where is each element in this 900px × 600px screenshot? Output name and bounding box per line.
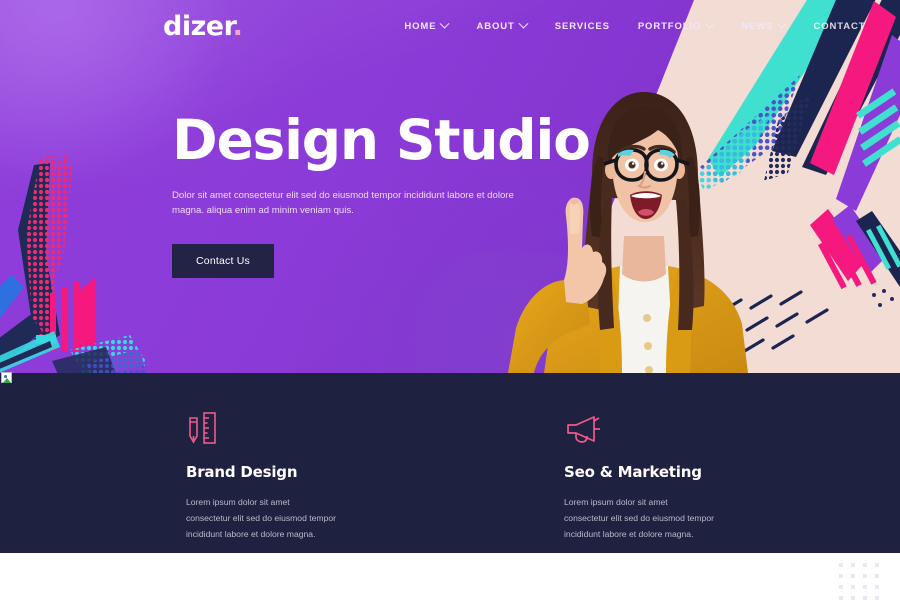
service-title: Brand Design xyxy=(186,463,298,481)
hero-section: Design Studio Dolor sit amet consectetur… xyxy=(0,0,900,373)
nav-item-about[interactable]: ABOUT xyxy=(462,15,540,38)
chevron-down-icon xyxy=(704,18,715,29)
brand-logo-dot: . xyxy=(232,10,243,42)
main-navbar: dizer. HOME ABOUT SERVICES PORTFOLIO NEW… xyxy=(0,0,900,52)
chevron-down-icon xyxy=(440,18,450,29)
nav-item-portfolio-label: PORTFOLIO xyxy=(637,20,702,32)
services-section: Brand Design Lorem ipsum dolor sit amet … xyxy=(0,373,900,553)
contact-us-button[interactable]: Contact Us xyxy=(172,243,274,278)
nav-item-services-label: SERVICES xyxy=(554,20,610,32)
page-root: Design Studio Dolor sit amet consectetur… xyxy=(0,0,900,600)
nav-item-news[interactable]: NEWS xyxy=(727,15,799,38)
dot-grid-decoration xyxy=(839,563,887,600)
nav-item-contact-label: CONTACT xyxy=(813,20,866,32)
nav-item-about-label: ABOUT xyxy=(476,20,515,32)
hero-content: Design Studio Dolor sit amet consectetur… xyxy=(172,108,591,278)
broken-image-icon xyxy=(1,372,12,383)
abstract-brush-art-left xyxy=(0,153,148,373)
service-card-seo-marketing: Seo & Marketing Lorem ipsum dolor sit am… xyxy=(564,409,752,543)
nav-item-portfolio[interactable]: PORTFOLIO xyxy=(624,15,728,38)
nav-item-services[interactable]: SERVICES xyxy=(541,15,624,38)
pencil-ruler-icon xyxy=(186,409,374,447)
chevron-down-icon xyxy=(518,18,529,29)
nav-menu: HOME ABOUT SERVICES PORTFOLIO NEWS CONTA… xyxy=(390,15,879,38)
service-title: Seo & Marketing xyxy=(564,463,702,481)
service-description: Lorem ipsum dolor sit amet consectetur e… xyxy=(186,497,336,539)
bottom-white-section xyxy=(0,553,900,600)
hero-subtitle: Dolor sit amet consectetur elit sed do e… xyxy=(172,189,514,217)
megaphone-icon xyxy=(564,409,752,447)
services-card-list: Brand Design Lorem ipsum dolor sit amet … xyxy=(186,409,900,543)
nav-item-home[interactable]: HOME xyxy=(390,15,462,38)
service-card-brand-design: Brand Design Lorem ipsum dolor sit amet … xyxy=(186,409,374,543)
brand-logo-text: dizer xyxy=(163,10,233,42)
nav-item-contact[interactable]: CONTACT xyxy=(799,15,879,38)
nav-item-news-label: NEWS xyxy=(741,20,774,32)
nav-item-home-label: HOME xyxy=(404,20,437,32)
service-description: Lorem ipsum dolor sit amet consectetur e… xyxy=(564,497,714,539)
brand-logo[interactable]: dizer. xyxy=(163,10,243,42)
hero-title: Design Studio xyxy=(172,108,591,172)
chevron-down-icon xyxy=(776,18,787,29)
